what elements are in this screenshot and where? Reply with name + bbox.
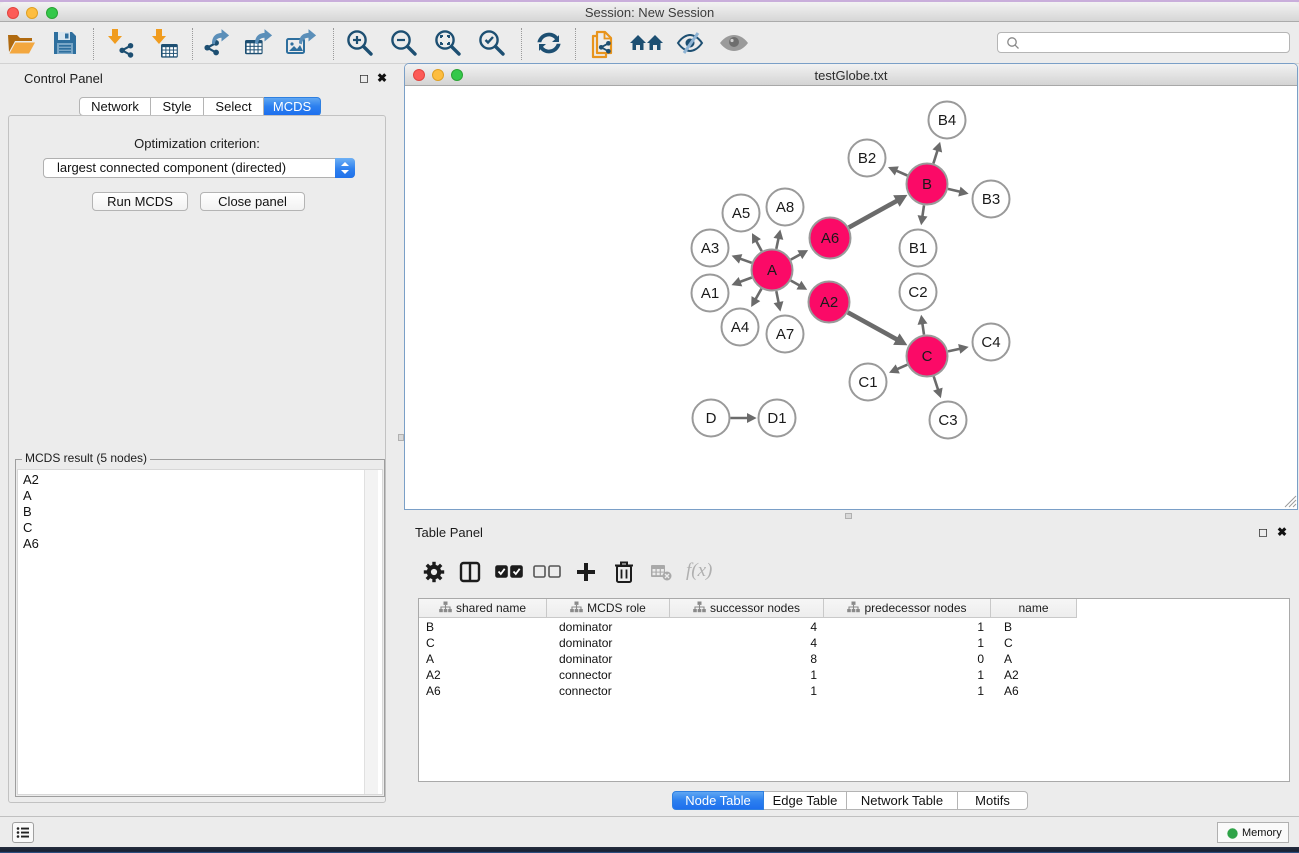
svg-text:B2: B2 bbox=[858, 150, 876, 167]
svg-text:D: D bbox=[706, 410, 717, 427]
svg-text:A7: A7 bbox=[776, 326, 794, 343]
svg-text:A8: A8 bbox=[776, 199, 794, 216]
svg-text:B: B bbox=[922, 176, 932, 193]
svg-text:A: A bbox=[767, 262, 777, 279]
svg-text:B4: B4 bbox=[938, 112, 956, 129]
svg-text:A6: A6 bbox=[821, 230, 839, 247]
svg-text:A3: A3 bbox=[701, 240, 719, 257]
svg-text:A1: A1 bbox=[701, 285, 719, 302]
svg-text:A2: A2 bbox=[820, 294, 838, 311]
svg-text:B3: B3 bbox=[982, 191, 1000, 208]
svg-text:C1: C1 bbox=[858, 374, 877, 391]
svg-text:D1: D1 bbox=[767, 410, 786, 427]
svg-text:B1: B1 bbox=[909, 240, 927, 257]
svg-text:C: C bbox=[922, 348, 933, 365]
svg-text:C2: C2 bbox=[908, 284, 927, 301]
svg-text:A5: A5 bbox=[732, 205, 750, 222]
svg-text:C4: C4 bbox=[981, 334, 1000, 351]
svg-text:C3: C3 bbox=[938, 412, 957, 429]
svg-text:A4: A4 bbox=[731, 319, 749, 336]
